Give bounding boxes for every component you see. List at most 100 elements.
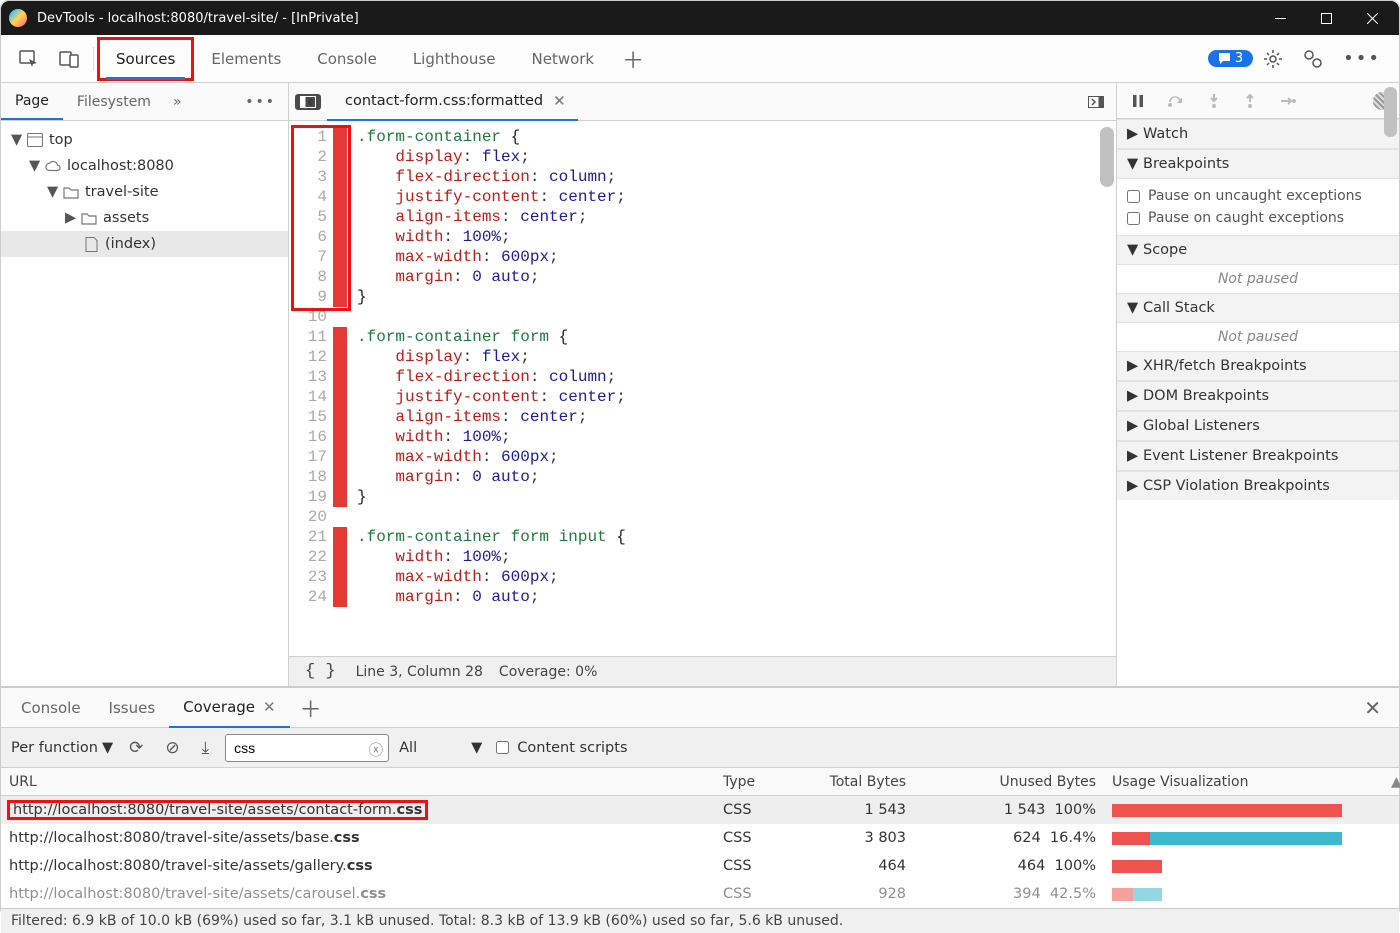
section-scope[interactable]: ▼Scope	[1117, 235, 1399, 265]
close-button[interactable]	[1349, 1, 1395, 35]
section-csp[interactable]: ▶CSP Violation Breakpoints	[1117, 471, 1399, 500]
coverage-row[interactable]: http://localhost:8080/travel-site/assets…	[1, 824, 1399, 852]
col-total[interactable]: Total Bytes	[799, 771, 914, 793]
tab-console[interactable]: Console	[299, 38, 395, 80]
tree-folder-travel-site[interactable]: ▼ travel-site	[1, 179, 288, 205]
toggle-navigator-button[interactable]	[295, 94, 321, 110]
inspect-element-icon[interactable]	[9, 44, 49, 74]
issues-count: 3	[1235, 51, 1243, 66]
minimize-button[interactable]	[1257, 1, 1303, 35]
editor-pane: contact-form.css:formatted ✕ 12345678910…	[289, 83, 1116, 686]
file-tab-label: contact-form.css:formatted	[345, 93, 543, 109]
tree-file-index[interactable]: (index)	[1, 231, 288, 257]
coverage-mode-select[interactable]: Per function▼	[11, 740, 113, 756]
tree-top[interactable]: ▼ top	[1, 127, 288, 153]
close-coverage-tab-icon[interactable]: ✕	[263, 698, 276, 716]
tree-folder-assets[interactable]: ▶ assets	[1, 205, 288, 231]
editor-status-bar: { } Line 3, Column 28 Coverage: 0%	[289, 656, 1116, 686]
section-watch[interactable]: ▶Watch	[1117, 119, 1399, 149]
main-toolbar: Sources Elements Console Lighthouse Netw…	[1, 35, 1399, 83]
toggle-debugger-button[interactable]	[1082, 92, 1110, 112]
coverage-type-filter[interactable]: All▼	[399, 740, 482, 756]
drawer-tabs: Console Issues Coverage✕ ＋ ✕	[1, 688, 1399, 728]
debugger-toolbar	[1117, 83, 1399, 119]
file-tab-contact-form[interactable]: contact-form.css:formatted ✕	[327, 83, 578, 121]
coverage-filter-input[interactable]	[225, 734, 389, 762]
pause-uncaught-checkbox[interactable]: Pause on uncaught exceptions	[1127, 185, 1389, 207]
tab-elements[interactable]: Elements	[193, 38, 299, 80]
drawer-add-tab-button[interactable]: ＋	[290, 686, 332, 730]
coverage-row[interactable]: http://localhost:8080/travel-site/assets…	[1, 880, 1399, 908]
coverage-row[interactable]: http://localhost:8080/travel-site/assets…	[1, 852, 1399, 880]
drawer-tab-coverage[interactable]: Coverage✕	[169, 688, 289, 728]
window-icon	[27, 132, 43, 148]
reload-button[interactable]: ⟳	[123, 734, 149, 762]
navigator-tab-filesystem[interactable]: Filesystem	[63, 85, 165, 119]
content-scripts-checkbox[interactable]: Content scripts	[496, 737, 627, 759]
section-breakpoints[interactable]: ▼Breakpoints	[1117, 149, 1399, 179]
maximize-button[interactable]	[1303, 1, 1349, 35]
export-button[interactable]: ⤓	[196, 734, 216, 762]
section-evt[interactable]: ▶Event Listener Breakpoints	[1117, 441, 1399, 471]
col-unused[interactable]: Unused Bytes	[914, 771, 1104, 793]
device-toolbar-icon[interactable]	[49, 44, 89, 74]
coverage-table: URL Type Total Bytes Unused Bytes Usage …	[1, 768, 1399, 908]
more-menu-icon[interactable]: •••	[1333, 42, 1391, 75]
debugger-pane: ▶Watch ▼Breakpoints Pause on uncaught ex…	[1116, 83, 1399, 686]
step-into-button[interactable]	[1201, 89, 1227, 113]
navigator-pane: Page Filesystem » ••• ▼ top ▼ localhost:…	[1, 83, 289, 686]
drawer-close-button[interactable]: ✕	[1352, 696, 1393, 720]
clear-filter-icon[interactable]: ⓧ	[369, 739, 384, 760]
pretty-print-button[interactable]: { }	[301, 662, 340, 681]
step-button[interactable]	[1273, 90, 1303, 112]
code-content[interactable]: .form-container { display: flex; flex-di…	[347, 121, 1116, 656]
window-title: DevTools - localhost:8080/travel-site/ -…	[37, 11, 1257, 26]
navigator-tab-page[interactable]: Page	[1, 84, 63, 120]
drawer-tab-console[interactable]: Console	[7, 689, 95, 727]
file-tree: ▼ top ▼ localhost:8080 ▼ travel-site ▶ a…	[1, 121, 288, 686]
tree-host[interactable]: ▼ localhost:8080	[1, 153, 288, 179]
navigator-overflow-icon[interactable]: »	[165, 94, 190, 110]
section-global[interactable]: ▶Global Listeners	[1117, 411, 1399, 441]
clear-button[interactable]: ⊘	[159, 734, 185, 762]
file-icon	[83, 236, 99, 252]
folder-icon	[63, 184, 79, 200]
cloud-icon	[45, 158, 61, 174]
activity-icon[interactable]	[1293, 43, 1333, 75]
pause-caught-checkbox[interactable]: Pause on caught exceptions	[1127, 207, 1389, 229]
step-over-button[interactable]	[1161, 90, 1191, 112]
navigator-more-icon[interactable]: •••	[233, 94, 288, 110]
settings-icon[interactable]	[1253, 43, 1293, 75]
coverage-row[interactable]: http://localhost:8080/travel-site/assets…	[1, 796, 1399, 824]
callstack-not-paused: Not paused	[1117, 323, 1399, 351]
coverage-table-header: URL Type Total Bytes Unused Bytes Usage …	[1, 768, 1399, 796]
coverage-summary: Filtered: 6.9 kB of 10.0 kB (69%) used s…	[1, 908, 1399, 933]
pause-button[interactable]	[1125, 90, 1151, 112]
section-callstack[interactable]: ▼Call Stack	[1117, 293, 1399, 323]
folder-icon	[81, 210, 97, 226]
tab-lighthouse[interactable]: Lighthouse	[395, 38, 514, 80]
editor-scrollbar[interactable]	[1100, 127, 1114, 187]
col-url[interactable]: URL	[1, 771, 715, 793]
navigator-tabs: Page Filesystem » •••	[1, 83, 288, 121]
coverage-gutter	[333, 121, 347, 656]
section-dom[interactable]: ▶DOM Breakpoints	[1117, 381, 1399, 411]
issues-badge[interactable]: 3	[1208, 50, 1253, 67]
file-tab-strip: contact-form.css:formatted ✕	[289, 83, 1116, 121]
step-out-button[interactable]	[1237, 89, 1263, 113]
col-viz[interactable]: Usage Visualization	[1104, 771, 1383, 793]
coverage-toolbar: Per function▼ ⟳ ⊘ ⤓ ⓧ All▼ Content scrip…	[1, 728, 1399, 768]
close-tab-icon[interactable]: ✕	[553, 92, 566, 110]
cursor-position: Line 3, Column 28	[356, 664, 483, 680]
more-tabs-button[interactable]: ＋	[612, 37, 654, 81]
code-editor[interactable]: 123456789101112131415161718192021222324 …	[289, 121, 1116, 656]
section-xhr[interactable]: ▶XHR/fetch Breakpoints	[1117, 351, 1399, 381]
col-type[interactable]: Type	[715, 771, 799, 793]
tab-sources[interactable]: Sources	[98, 38, 193, 80]
line-number-gutter: 123456789101112131415161718192021222324	[289, 121, 333, 656]
debugger-scrollbar[interactable]	[1384, 87, 1397, 137]
drawer-tab-issues[interactable]: Issues	[95, 689, 170, 727]
chat-icon	[1218, 52, 1231, 65]
tab-network[interactable]: Network	[513, 38, 612, 80]
drawer: Console Issues Coverage✕ ＋ ✕ Per functio…	[1, 686, 1399, 933]
